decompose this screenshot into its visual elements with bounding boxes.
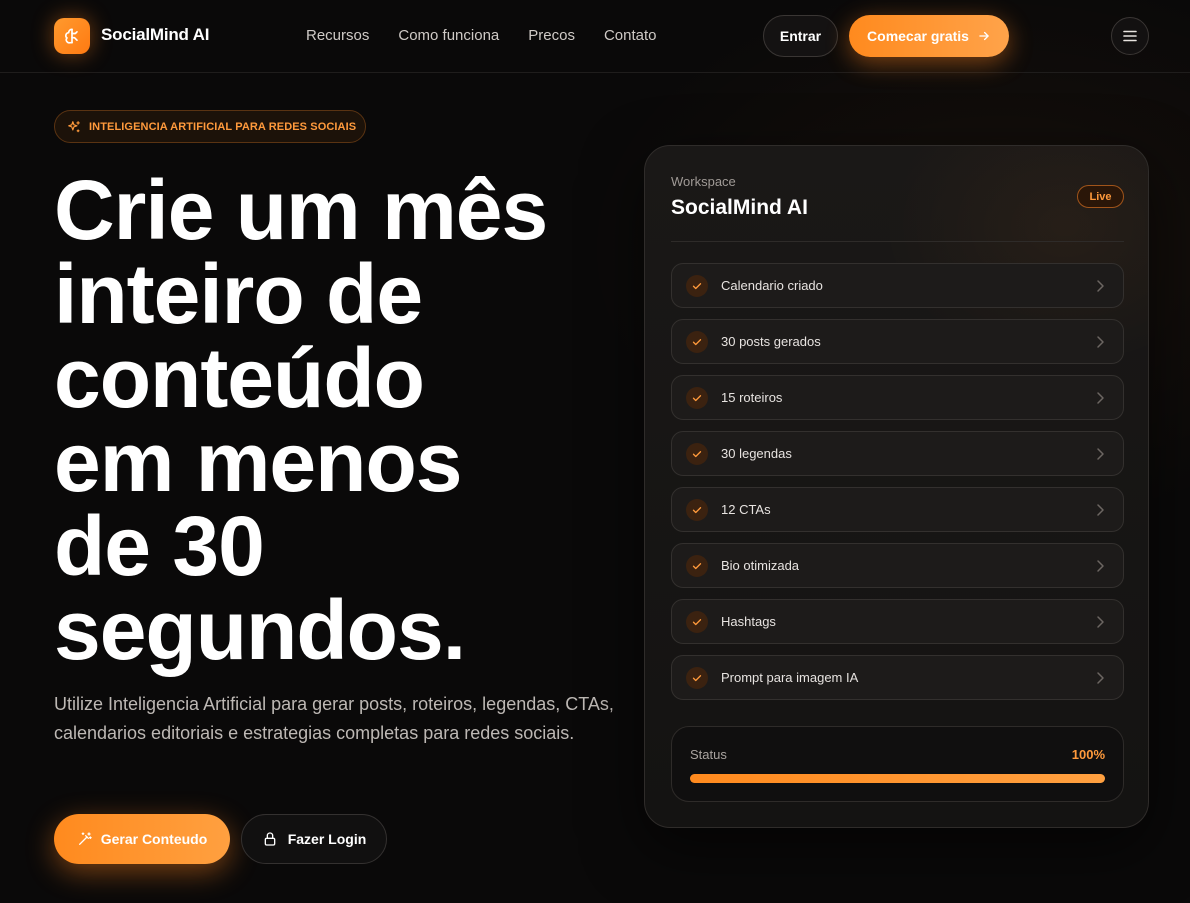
chevron-right-icon xyxy=(1097,504,1104,516)
status-percent: 100% xyxy=(1071,747,1105,762)
arrow-right-icon xyxy=(979,31,989,41)
generate-content-button[interactable]: Gerar Conteudo xyxy=(54,814,230,864)
workspace-item-label: Prompt para imagem IA xyxy=(721,670,859,685)
chevron-right-icon xyxy=(1097,448,1104,460)
hero-title-line: segundos. xyxy=(54,583,466,677)
check-icon xyxy=(686,666,708,689)
hero-badge: INTELIGENCIA ARTIFICIAL PARA REDES SOCIA… xyxy=(54,110,366,143)
menu-button[interactable] xyxy=(1111,17,1149,55)
workspace-item-ctas[interactable]: 12 CTAs xyxy=(671,487,1124,532)
login-button[interactable]: Fazer Login xyxy=(241,814,387,864)
hamburger-icon xyxy=(1123,30,1137,42)
live-badge: Live xyxy=(1077,185,1124,208)
workspace-item-calendario[interactable]: Calendario criado xyxy=(671,263,1124,308)
progress-bar-fill xyxy=(690,774,1105,783)
nav-links: Recursos Como funciona Precos Contato xyxy=(306,27,657,44)
chevron-right-icon xyxy=(1097,672,1104,684)
chevron-right-icon xyxy=(1097,616,1104,628)
workspace-title: SocialMind AI xyxy=(671,196,808,219)
brand-name[interactable]: SocialMind AI xyxy=(101,25,209,45)
hero-title-line: Crie um mês xyxy=(54,163,548,257)
workspace-label: Workspace xyxy=(671,174,736,189)
workspace-item-label: 30 posts gerados xyxy=(721,334,821,349)
status-label: Status xyxy=(690,747,727,762)
magic-wand-icon xyxy=(78,832,92,845)
login-label: Fazer Login xyxy=(287,831,367,847)
start-free-label: Comecar gratis xyxy=(867,28,969,44)
progress-bar xyxy=(690,774,1105,783)
check-icon xyxy=(686,610,708,633)
start-free-button[interactable]: Comecar gratis xyxy=(849,15,1009,57)
check-icon xyxy=(686,274,708,297)
check-icon xyxy=(686,386,708,409)
nav-link-precos[interactable]: Precos xyxy=(528,27,575,44)
chevron-right-icon xyxy=(1097,336,1104,348)
chevron-right-icon xyxy=(1097,280,1104,292)
workspace-item-label: 12 CTAs xyxy=(721,502,771,517)
hero-title-line: em menos xyxy=(54,415,463,509)
workspace-item-hashtags[interactable]: Hashtags xyxy=(671,599,1124,644)
lock-icon xyxy=(264,832,276,846)
workspace-item-bio[interactable]: Bio otimizada xyxy=(671,543,1124,588)
check-icon xyxy=(686,498,708,521)
nav-link-como-funciona[interactable]: Como funciona xyxy=(398,27,499,44)
nav-link-recursos[interactable]: Recursos xyxy=(306,27,369,44)
workspace-item-posts[interactable]: 30 posts gerados xyxy=(671,319,1124,364)
check-icon xyxy=(686,330,708,353)
workspace-item-label: 30 legendas xyxy=(721,446,792,461)
sparkles-icon xyxy=(68,120,80,132)
hero-title: Crie um mês inteiro de conteúdo em menos… xyxy=(54,168,624,672)
workspace-card: Workspace SocialMind AI Live Calendario … xyxy=(644,145,1149,828)
status-panel: Status 100% xyxy=(671,726,1124,802)
workspace-item-label: Calendario criado xyxy=(721,278,823,293)
logo-icon[interactable] xyxy=(54,18,90,54)
workspace-item-label: Hashtags xyxy=(721,614,776,629)
card-divider xyxy=(671,241,1124,242)
generate-content-label: Gerar Conteudo xyxy=(100,831,208,847)
nav-link-contato[interactable]: Contato xyxy=(604,27,657,44)
workspace-item-legendas[interactable]: 30 legendas xyxy=(671,431,1124,476)
workspace-item-prompt[interactable]: Prompt para imagem IA xyxy=(671,655,1124,700)
workspace-items: Calendario criado 30 posts gerados 15 ro… xyxy=(671,263,1124,711)
hero-title-line: inteiro de xyxy=(54,247,423,341)
top-navbar: SocialMind AI Recursos Como funciona Pre… xyxy=(0,0,1190,73)
check-icon xyxy=(686,442,708,465)
hero-title-line: de 30 xyxy=(54,499,265,593)
hero-badge-text: INTELIGENCIA ARTIFICIAL PARA REDES SOCIA… xyxy=(89,120,357,133)
workspace-item-label: 15 roteiros xyxy=(721,390,783,405)
hero-subtitle: Utilize Inteligencia Artificial para ger… xyxy=(54,694,614,743)
check-icon xyxy=(686,554,708,577)
entrar-button[interactable]: Entrar xyxy=(763,15,838,57)
chevron-right-icon xyxy=(1097,392,1104,404)
hero-title-line: conteúdo xyxy=(54,331,425,425)
chevron-right-icon xyxy=(1097,560,1104,572)
workspace-item-label: Bio otimizada xyxy=(721,558,800,573)
workspace-item-roteiros[interactable]: 15 roteiros xyxy=(671,375,1124,420)
